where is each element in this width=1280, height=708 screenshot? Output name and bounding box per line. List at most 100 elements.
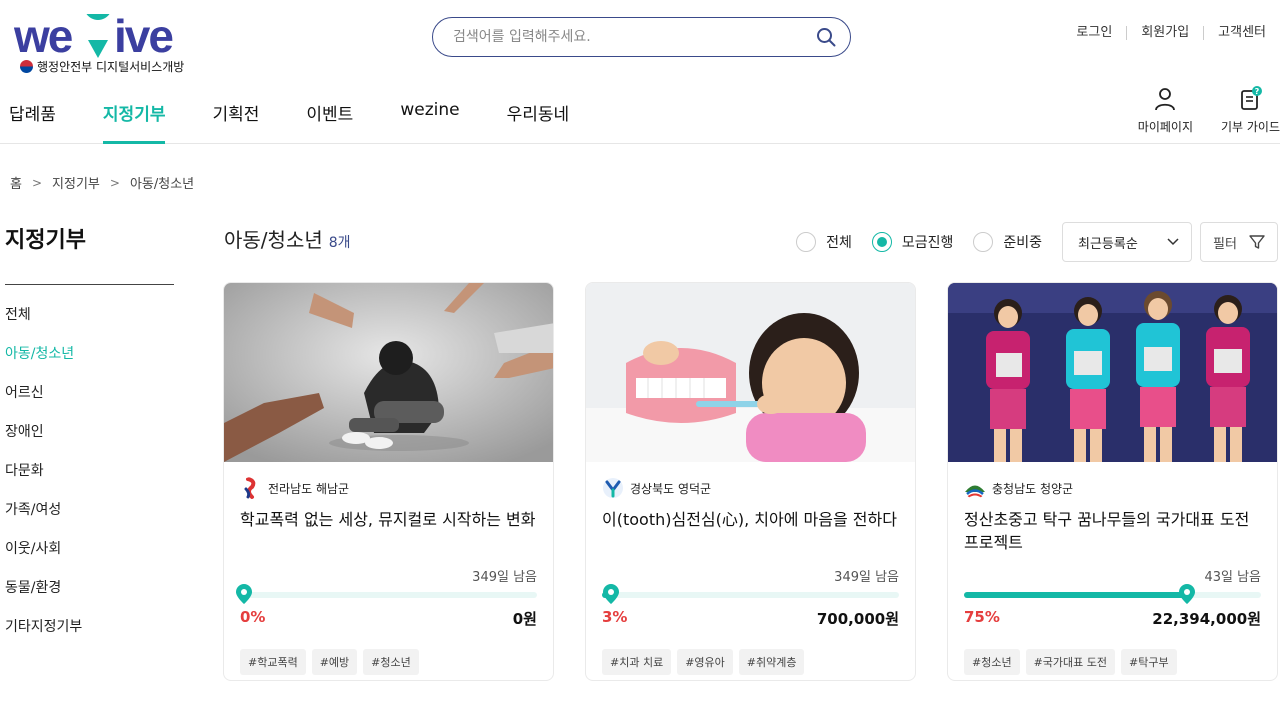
utility-links: 로그인 회원가입 고객센터 (1062, 26, 1280, 40)
breadcrumb: 홈 > 지정기부 > 아동/청소년 (10, 173, 194, 193)
raised-amount: 0원 (512, 610, 537, 628)
guide-label: 기부 가이드 (1220, 120, 1280, 134)
tag[interactable]: #청소년 (363, 649, 419, 675)
donation-card[interactable]: 경상북도 영덕군 이(tooth)심전심(心), 치아에 마음을 전하다 349… (585, 282, 916, 681)
donation-card[interactable]: 전라남도 해남군 학교폭력 없는 세상, 뮤지컬로 시작하는 변화 349일 남… (223, 282, 554, 681)
radio-all[interactable]: 전체 (796, 232, 852, 252)
card-body: 전라남도 해남군 학교폭력 없는 세상, 뮤지컬로 시작하는 변화 349일 남… (224, 462, 553, 680)
nav-item-wezine[interactable]: wezine (400, 100, 459, 144)
sort-select[interactable]: 최근등록순 (1062, 222, 1192, 262)
yeongdeok-emblem-icon (603, 478, 623, 498)
ministry-name: 행정안전부 디지털서비스개방 (37, 60, 185, 74)
tag[interactable]: #예방 (311, 649, 358, 675)
radio-in-progress[interactable]: 모금진행 (871, 232, 953, 252)
category-sidebar: 지정기부 전체 아동/청소년 어르신 장애인 다문화 가족/여성 이웃/사회 동… (5, 222, 174, 656)
card-title[interactable]: 이(tooth)심전심(心), 치아에 마음을 전하다 (602, 508, 899, 554)
tag-list: #학교폭력 #예방 #청소년 (240, 649, 537, 675)
card-image-dental[interactable] (586, 283, 915, 462)
sidebar-item-multicultural[interactable]: 다문화 (5, 461, 174, 500)
progress-percent: 75% (964, 608, 1000, 626)
amount-row: 0% 0원 (240, 608, 537, 629)
sidebar-title: 지정기부 (5, 222, 174, 285)
sidebar-item-animal[interactable]: 동물/환경 (5, 578, 174, 617)
sidebar-item-society[interactable]: 이웃/사회 (5, 539, 174, 578)
days-remaining: 349일 남음 (834, 570, 899, 585)
tag[interactable]: #영유아 (677, 649, 733, 675)
result-count: 8개 (328, 235, 351, 251)
org-name: 경상북도 영덕군 (630, 481, 712, 496)
location-pin-icon (236, 584, 253, 604)
haenam-emblem-icon (244, 477, 256, 499)
tag[interactable]: #취약계층 (738, 649, 805, 675)
taegeuk-icon (20, 60, 33, 73)
radio-checked-icon[interactable] (871, 232, 892, 252)
card-body: 경상북도 영덕군 이(tooth)심전심(心), 치아에 마음을 전하다 349… (586, 462, 915, 680)
signup-link[interactable]: 회원가입 (1126, 26, 1203, 40)
nav-item-event[interactable]: 이벤트 (306, 100, 353, 144)
card-org: 경상북도 영덕군 (602, 476, 899, 500)
card-org: 충청남도 청양군 (964, 476, 1261, 500)
breadcrumb-current[interactable]: 아동/청소년 (130, 173, 194, 192)
card-title[interactable]: 학교폭력 없는 세상, 뮤지컬로 시작하는 변화 (240, 508, 537, 554)
tag[interactable]: #치과 치료 (602, 649, 672, 675)
filter-button[interactable]: 필터 (1200, 222, 1278, 262)
tag-list: #청소년 #국가대표 도전 #탁구부 (964, 649, 1261, 675)
wegive-logo-icon: we ive (13, 0, 175, 62)
cheongyang-emblem-icon (965, 485, 985, 498)
content-heading: 아동/청소년 8개 (224, 224, 351, 253)
donation-guide-button[interactable]: ? 기부 가이드 (1221, 86, 1280, 135)
location-pin-icon (602, 584, 619, 604)
progress-percent: 3% (602, 608, 628, 626)
chevron-right-icon: > (31, 175, 43, 190)
sidebar-item-disabled[interactable]: 장애인 (5, 422, 174, 461)
svg-text:we: we (14, 14, 73, 60)
tag[interactable]: #청소년 (964, 649, 1020, 675)
svg-text:ive: ive (114, 14, 173, 60)
card-image-table-tennis[interactable] (948, 283, 1277, 462)
search-icon[interactable] (816, 27, 836, 47)
card-title[interactable]: 정산초중고 탁구 꿈나무들의 국가대표 도전 프로젝트 (964, 508, 1261, 554)
search-input[interactable] (453, 29, 816, 45)
sidebar-item-elderly[interactable]: 어르신 (5, 383, 174, 422)
login-link[interactable]: 로그인 (1062, 26, 1126, 40)
mypage-button[interactable]: 마이페이지 (1138, 86, 1193, 135)
card-body: 충청남도 청양군 정산초중고 탁구 꿈나무들의 국가대표 도전 프로젝트 43일… (948, 462, 1277, 680)
logo[interactable]: we ive 행정안전부 디지털서비스개방 (13, 0, 194, 76)
tag-list: #치과 치료 #영유아 #취약계층 (602, 649, 899, 675)
sidebar-item-other[interactable]: 기타지정기부 (5, 617, 174, 656)
radio-circle-icon[interactable] (796, 232, 817, 252)
nav-item-neighborhood[interactable]: 우리동네 (507, 100, 570, 144)
card-image-bullying[interactable] (224, 283, 553, 462)
guide-badge: ? (1255, 87, 1260, 96)
sidebar-item-children[interactable]: 아동/청소년 (5, 344, 174, 383)
tag[interactable]: #학교폭력 (240, 649, 306, 675)
tag[interactable]: #탁구부 (1121, 649, 1177, 675)
progress-bar (236, 584, 537, 604)
sort-value: 최근등록순 (1078, 236, 1138, 252)
radio-label: 준비중 (1003, 235, 1042, 251)
chevron-right-icon: > (109, 175, 120, 190)
person-icon (1155, 88, 1176, 111)
sidebar-item-family[interactable]: 가족/여성 (5, 500, 174, 539)
sidebar-item-all[interactable]: 전체 (5, 305, 174, 344)
nav-item-designated-donation[interactable]: 지정기부 (102, 100, 165, 144)
nav-item-exhibition[interactable]: 기획전 (212, 100, 259, 144)
radio-circle-icon[interactable] (973, 232, 994, 252)
search-bar[interactable] (432, 17, 851, 57)
customer-center-link[interactable]: 고객센터 (1203, 26, 1280, 40)
table-tennis-team-photo-illustration (948, 283, 1277, 462)
logo-subtitle: 행정안전부 디지털서비스개방 (20, 58, 184, 75)
progress-bar (964, 584, 1261, 604)
donation-card[interactable]: 충청남도 청양군 정산초중고 탁구 꿈나무들의 국가대표 도전 프로젝트 43일… (947, 282, 1278, 681)
breadcrumb-designated[interactable]: 지정기부 (52, 173, 100, 192)
tag[interactable]: #국가대표 도전 (1025, 649, 1116, 675)
radio-preparing[interactable]: 준비중 (973, 232, 1042, 252)
chevron-down-icon (1167, 238, 1179, 246)
raised-amount: 22,394,000원 (1152, 610, 1261, 628)
header: we ive 행정안전부 디지털서비스개방 로그인 회원가입 고객센터 답례품 … (0, 0, 1280, 144)
breadcrumb-home[interactable]: 홈 (10, 173, 22, 192)
page-title: 아동/청소년 (224, 228, 323, 252)
nav-item-gifts[interactable]: 답례품 (9, 100, 56, 144)
funnel-icon (1249, 235, 1265, 249)
header-icon-menu: 마이페이지 ? 기부 가이드 (1138, 86, 1280, 135)
